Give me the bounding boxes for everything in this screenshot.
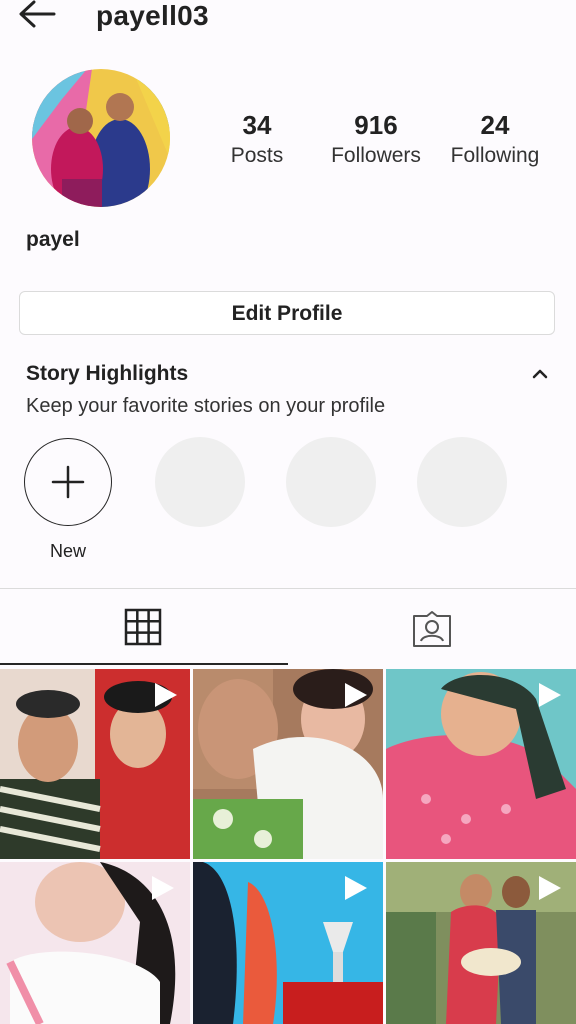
- active-tab-indicator: [0, 663, 288, 665]
- following-count[interactable]: 24 Following: [435, 110, 555, 168]
- post-thumbnail[interactable]: [386, 862, 576, 1024]
- highlight-placeholder: [155, 437, 245, 527]
- grid-icon: [124, 608, 162, 646]
- avatar[interactable]: [32, 69, 170, 207]
- tab-posts-grid[interactable]: [124, 608, 162, 646]
- tab-tagged[interactable]: [412, 610, 452, 648]
- followers-count-label: Followers: [331, 144, 421, 167]
- posts-count[interactable]: 34 Posts: [197, 110, 317, 168]
- post-thumbnail[interactable]: [0, 669, 190, 859]
- highlight-placeholder: [417, 437, 507, 527]
- posts-count-label: Posts: [230, 144, 284, 167]
- profile-username: payell03: [96, 0, 209, 31]
- new-highlight-label: New: [50, 541, 87, 561]
- followers-count[interactable]: 916 Followers: [316, 110, 436, 168]
- edit-profile-button[interactable]: Edit Profile: [19, 291, 555, 335]
- display-name: payel: [26, 228, 80, 251]
- chevron-up-icon: [532, 369, 548, 379]
- plus-icon: [51, 465, 85, 499]
- story-highlights-title: Story Highlights: [26, 362, 189, 385]
- arrow-left-icon: [19, 0, 56, 28]
- post-thumbnail[interactable]: [0, 862, 190, 1024]
- new-highlight-button[interactable]: [24, 438, 112, 526]
- tagged-icon: [413, 611, 451, 647]
- post-thumbnail[interactable]: [193, 669, 383, 859]
- following-count-value: 24: [480, 110, 510, 140]
- post-thumbnail[interactable]: [193, 862, 383, 1024]
- story-highlights-subtitle: Keep your favorite stories on your profi…: [26, 395, 386, 417]
- highlight-placeholder: [286, 437, 376, 527]
- collapse-highlights-button[interactable]: [528, 362, 552, 384]
- tabs-divider: [0, 588, 576, 589]
- post-thumbnail[interactable]: [386, 669, 576, 859]
- followers-count-value: 916: [354, 110, 398, 140]
- following-count-label: Following: [450, 144, 540, 167]
- posts-count-value: 34: [242, 110, 272, 140]
- back-button[interactable]: [14, 0, 62, 32]
